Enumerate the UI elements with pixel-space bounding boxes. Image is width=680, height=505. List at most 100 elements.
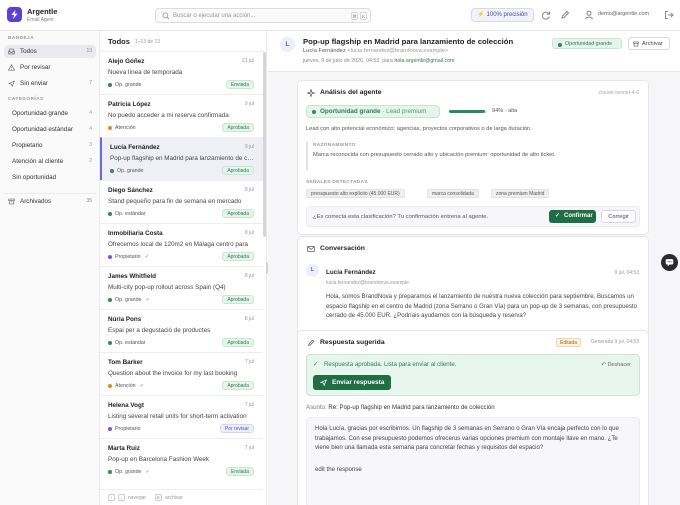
confidence-bar [449, 110, 487, 113]
from-name: Lucía Fernández [303, 48, 346, 54]
sidebar-item-count: 13 [86, 48, 92, 54]
category-label: Propietario [12, 142, 43, 149]
reply-editor[interactable]: Hola Lucía, gracias por escribirnos. Un … [306, 417, 640, 505]
sidebar-item-archivados[interactable]: Archivados 35 [4, 193, 96, 206]
category-dot [108, 384, 112, 388]
reply-subject: Asunto: Re: Pop-up flagship en Madrid pa… [306, 404, 495, 411]
classification-pill: Oportunidad grande · Lead premium [306, 105, 440, 118]
item-category-label: Op. grande [117, 168, 144, 174]
item-date: 21 jul [242, 58, 254, 64]
item-category: Op. grande [108, 82, 142, 88]
item-date: 7 jul [244, 445, 254, 451]
category-badge-label: Oportunidad grande [565, 41, 613, 47]
pen-icon[interactable] [560, 10, 570, 20]
suggested-title: Respuesta sugerida [320, 339, 385, 346]
command-search[interactable]: Buscar o ejecutar una acción... ⌘ K [155, 8, 371, 23]
item-sender: Núria Pons [108, 316, 142, 323]
list-scrollbar[interactable] [263, 52, 266, 237]
app-name: Argentle [27, 7, 58, 16]
item-category-label: Atención [115, 125, 136, 131]
item-category-label: Propietario [115, 426, 141, 432]
status-badge: Enviada [225, 467, 254, 476]
archive-button[interactable]: Archivar [628, 37, 670, 50]
list-item[interactable]: Patricia López 9 jul No puedo acceder a mi… [100, 94, 263, 137]
signals-title: SEÑALES DETECTADAS [306, 180, 368, 185]
list-item[interactable]: Diego Sánchez 8 jul Stand pequeño para fin… [100, 180, 263, 223]
check-icon: ✓ [139, 383, 144, 389]
mail-icon [307, 246, 315, 252]
confirm-label: Confirmar [564, 213, 593, 219]
item-category-label: Op. grande [115, 469, 142, 475]
sidebar-category-oportunidad-grande[interactable]: Oportunidad grande 4 [4, 107, 96, 120]
sidebar-item-sin-enviar[interactable]: Sin enviar 7 [4, 77, 96, 90]
list-item[interactable]: James Whitfield 8 jul Multi-city pop-up ro… [100, 266, 263, 309]
sidebar-item-label: Archivados [20, 198, 52, 205]
item-subject: Question about the invoice for my last b… [108, 370, 238, 377]
status-badge: Aprobada [222, 252, 254, 261]
suggested-reply-card: Respuesta sugerida Editada Generada 9 ju… [297, 330, 649, 505]
app-logo[interactable] [7, 7, 22, 22]
item-sender: Marta Ruiz [108, 445, 140, 452]
item-category-label: Op. estándar [115, 340, 146, 346]
archivar-hint: archivar [165, 495, 183, 501]
alert-icon [8, 64, 15, 71]
message-date: jueves, 9 de julio de 2026, 04:53 [303, 58, 380, 64]
chat-assistant-button[interactable] [661, 254, 678, 271]
list-item[interactable]: Helena Vogt 7 jul Listing several retail u… [100, 395, 263, 438]
list-range: 1–13 de 13 [135, 39, 161, 45]
item-sender: Helena Vogt [108, 402, 144, 409]
message-header: L Pop-up flagship en Madrid para lanzami… [268, 31, 680, 72]
item-subject: Espai per a degustació de productes [108, 327, 211, 334]
sidebar-item-todos[interactable]: Todos 13 [4, 45, 96, 58]
precision-badge[interactable]: ⚡ 100% precisión [471, 8, 534, 22]
item-sender: Inmobiliaria Costa [108, 230, 163, 237]
item-date: 7 jul [244, 402, 254, 408]
signal-chip: marca consolidada [427, 189, 479, 198]
status-badge: Aprobada [222, 166, 254, 175]
send-reply-button[interactable]: Enviar respuesta [313, 375, 391, 390]
item-category-label: Atención [115, 383, 136, 389]
sidebar-item-label: Sin enviar [20, 80, 49, 87]
sidebar-category-oportunidad-estandar[interactable]: Oportunidad estándar 4 [4, 123, 96, 136]
analysis-title: Análisis del agente [320, 89, 382, 96]
pen-icon [308, 339, 315, 346]
reasoning-text: Marca reconocida con presupuesto cerrado… [313, 152, 556, 158]
item-subject: Listing several retail units for short-t… [108, 413, 247, 420]
archive-icon [8, 198, 15, 205]
analysis-summary: Lead con alto potencial económico: agenc… [306, 126, 532, 132]
undo-label: Deshacer [607, 362, 631, 368]
item-category: Atención ✓ [108, 383, 144, 389]
list-item[interactable]: Núria Pons 8 jul Espai per a degustació de… [100, 309, 263, 352]
sidebar-category-sin-oportunidad[interactable]: Sin oportunidad [4, 171, 96, 184]
list-item[interactable]: Marta Ruiz 7 jul Pop-up en Barcelona Fashi… [100, 438, 263, 481]
category-dot [110, 169, 114, 173]
undo-button[interactable]: ↶ Deshacer [601, 362, 631, 368]
logout-icon[interactable] [664, 10, 674, 20]
list-item[interactable]: Tom Barker 7 jul Question about the invoic… [100, 352, 263, 395]
send-label: Enviar respuesta [332, 379, 385, 386]
sidebar-item-por-revisar[interactable]: Por revisar [4, 61, 96, 74]
category-label: Oportunidad estándar [12, 126, 73, 133]
item-subject: Ofrecemos local de 120m2 en Málaga centr… [108, 241, 249, 248]
item-sender: James Whitfield [108, 273, 156, 280]
user-icon[interactable] [584, 10, 594, 20]
list-item[interactable]: Alejo Góñez 21 jul Nueva línea de temporad… [100, 51, 263, 94]
category-label: Oportunidad grande [12, 110, 69, 117]
sidebar-category-propietario[interactable]: Propietario 3 [4, 139, 96, 152]
app-window: Argentle Email Agent Buscar o ejecutar u… [0, 0, 680, 505]
navegar-hint: navegar [128, 495, 147, 501]
item-subject: Stand pequeño para fin de semana en merc… [108, 198, 242, 205]
category-badge: Oportunidad grande [552, 38, 622, 49]
correct-button[interactable]: Corregir [601, 210, 636, 223]
confirm-button[interactable]: ✓ Confirmar [549, 210, 596, 223]
list-item[interactable]: Lucía Fernández 9 jul Pop-up flagship en M… [100, 137, 263, 180]
sidebar-category-atencion[interactable]: Atención al cliente 2 [4, 155, 96, 168]
list-header: Todos 1–13 de 13 [100, 31, 266, 51]
key-up: ↑ [108, 494, 115, 501]
list-item[interactable]: Inmobiliaria Costa 8 jul Ofrecemos local d… [100, 223, 263, 266]
item-sender: Tom Barker [108, 359, 143, 366]
category-dot [108, 298, 112, 302]
refresh-icon[interactable] [541, 10, 551, 20]
confirm-question: ¿Es correcta esta clasificación? Tu conf… [313, 214, 489, 220]
item-category: Propietario ✓ [108, 254, 149, 260]
